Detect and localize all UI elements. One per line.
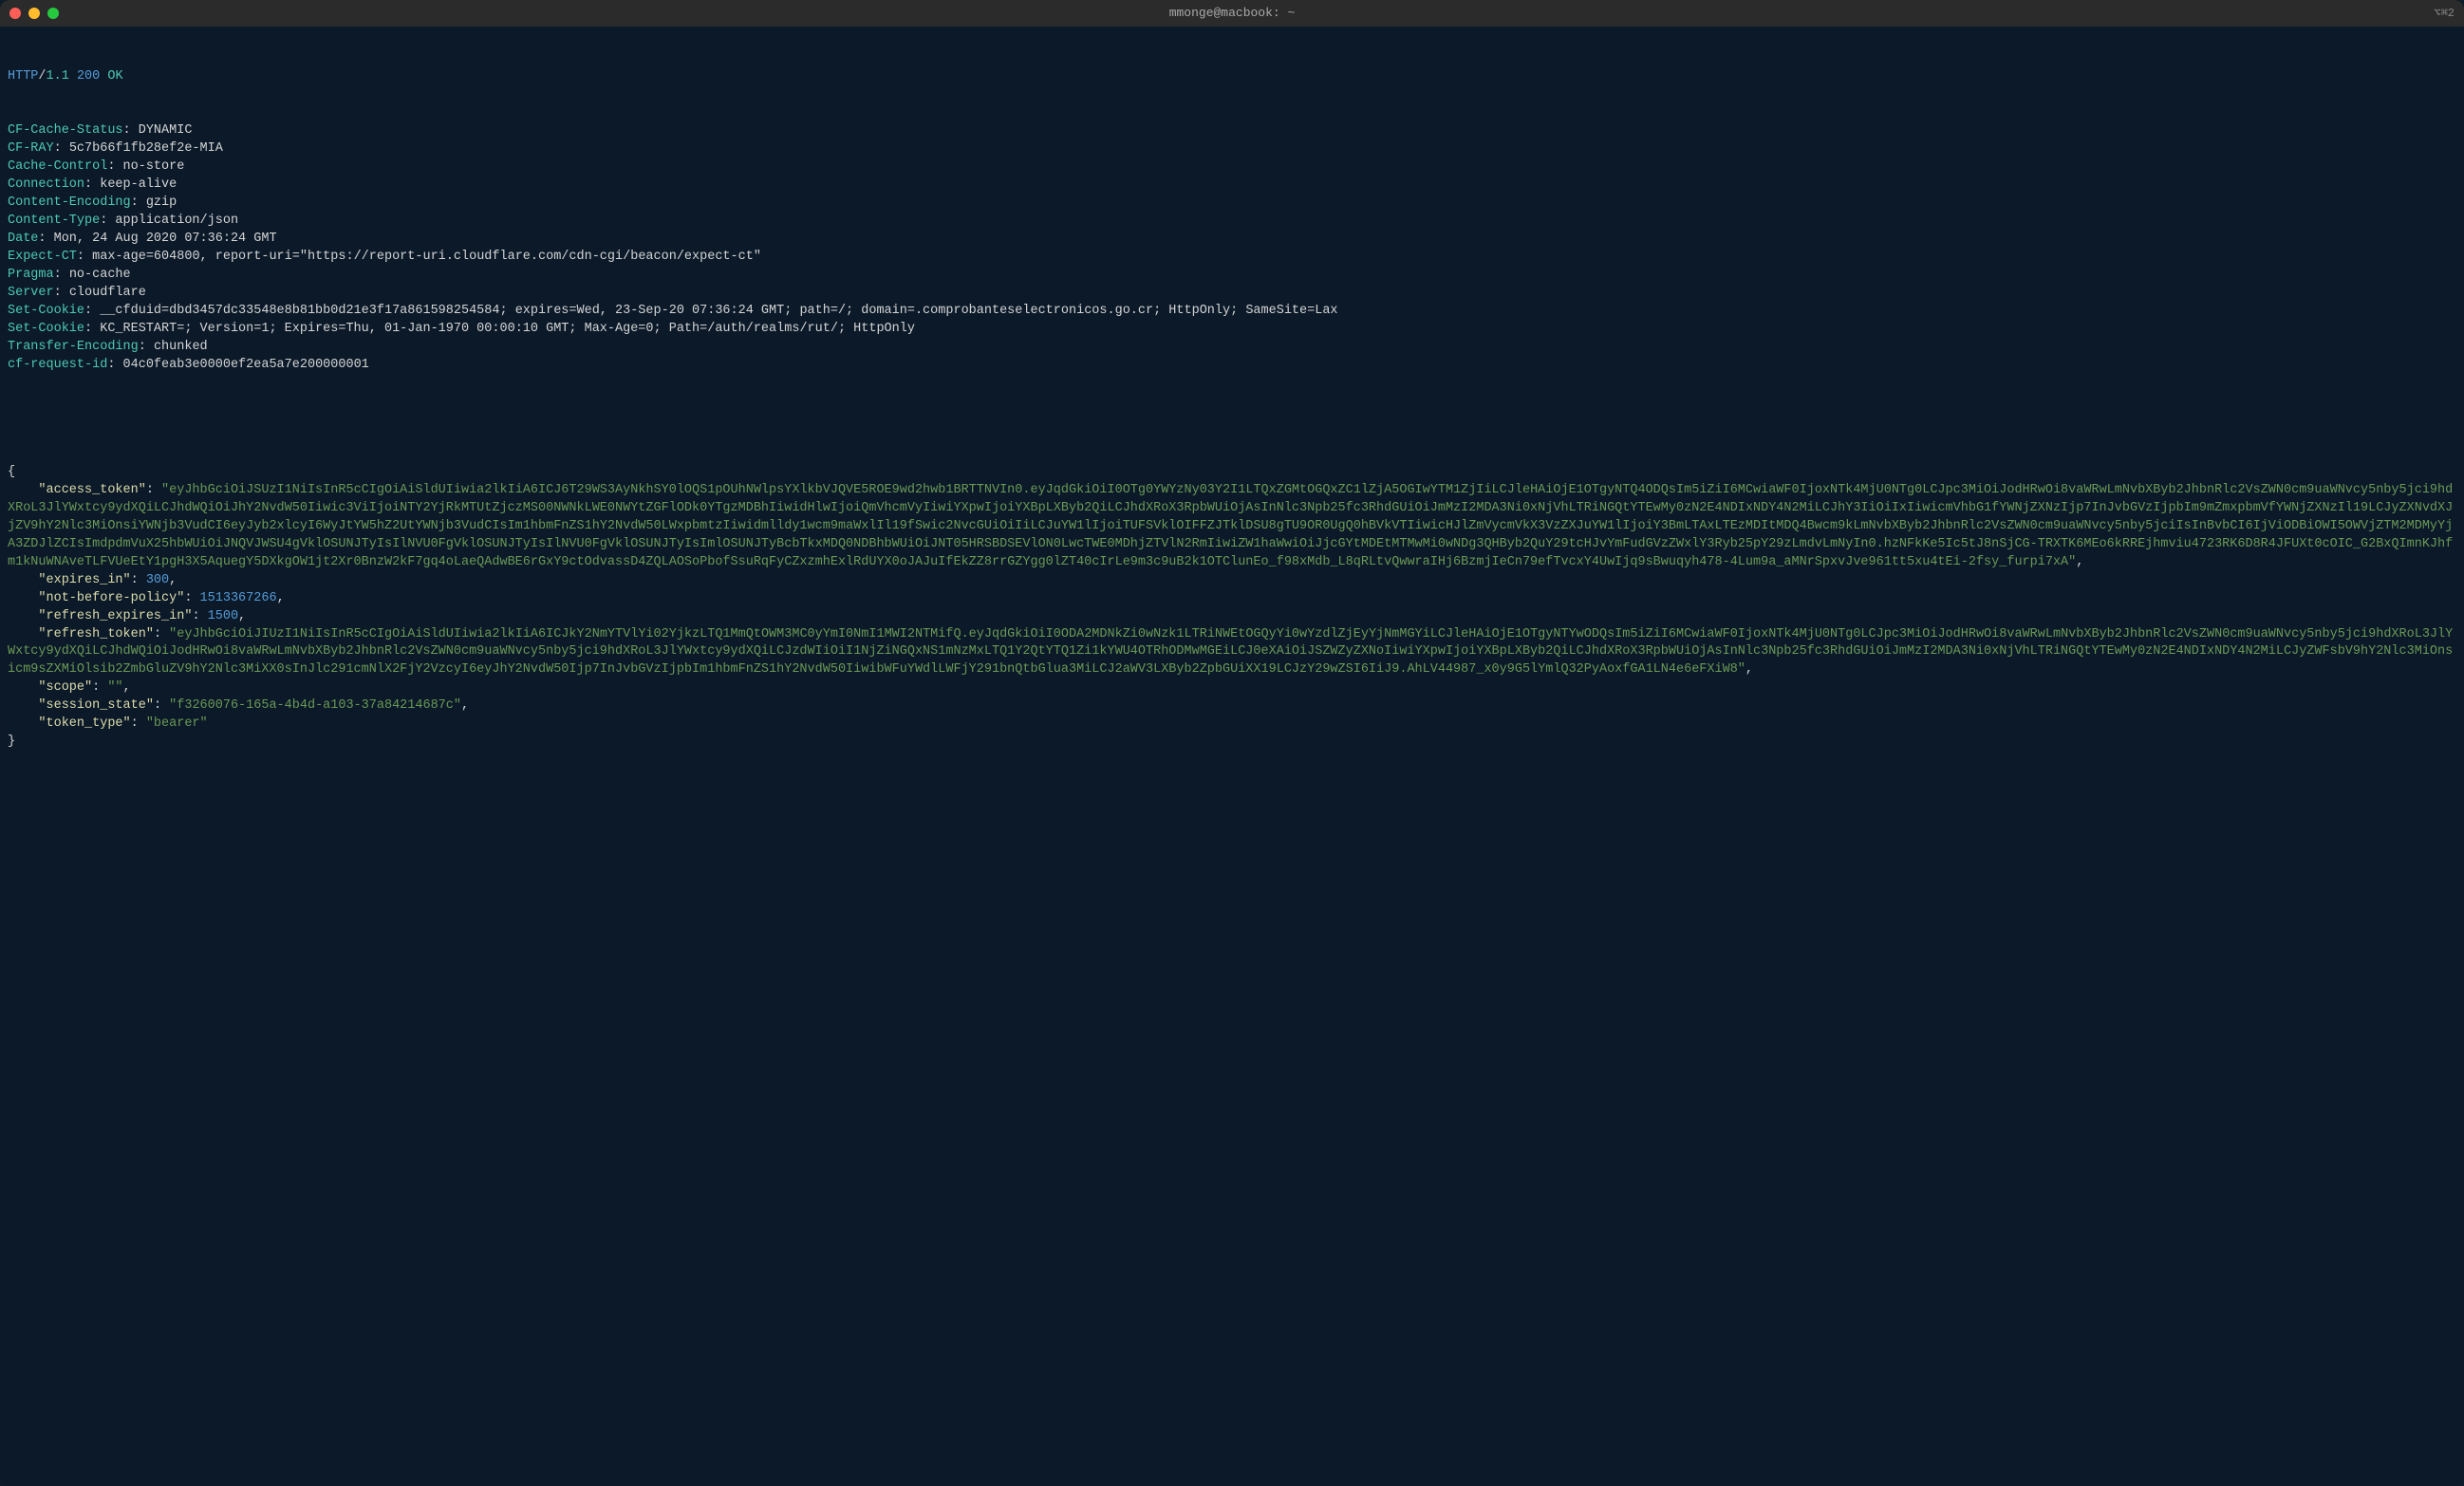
- header-name: Content-Type: [8, 214, 100, 228]
- header-name: Connection: [8, 177, 84, 192]
- http-headers: CF-Cache-Status: DYNAMICCF-RAY: 5c7b66f1…: [8, 122, 2456, 375]
- json-line: "refresh_expires_in": 1500,: [8, 608, 2456, 626]
- header-name: cf-request-id: [8, 358, 107, 372]
- json-line: "session_state": "f3260076-165a-4b4d-a10…: [8, 697, 2456, 715]
- http-header-line: Cache-Control: no-store: [8, 158, 2456, 176]
- http-header-line: Content-Type: application/json: [8, 213, 2456, 231]
- header-value: application/json: [115, 214, 238, 228]
- json-line: {: [8, 464, 2456, 482]
- header-value: max-age=604800, report-uri="https://repo…: [92, 250, 761, 264]
- window-title: mmonge@macbook: ~: [1169, 5, 1296, 22]
- http-header-line: Pragma: no-cache: [8, 267, 2456, 285]
- header-name: Transfer-Encoding: [8, 340, 139, 354]
- header-name: CF-RAY: [8, 141, 54, 156]
- header-name: Date: [8, 232, 38, 246]
- maximize-button[interactable]: [47, 8, 59, 19]
- header-name: Set-Cookie: [8, 304, 84, 318]
- json-line: "scope": "",: [8, 679, 2456, 697]
- json-body: { "access_token": "eyJhbGciOiJSUzI1NiIsI…: [8, 464, 2456, 752]
- terminal-output[interactable]: HTTP/1.1 200 OK CF-Cache-Status: DYNAMIC…: [0, 27, 2464, 793]
- header-name: Content-Encoding: [8, 195, 131, 210]
- http-header-line: Server: cloudflare: [8, 285, 2456, 303]
- tab-shortcut-indicator: ⌥⌘2: [2434, 6, 2455, 22]
- header-name: Expect-CT: [8, 250, 77, 264]
- close-button[interactable]: [9, 8, 21, 19]
- terminal-window: mmonge@macbook: ~ ⌥⌘2 HTTP/1.1 200 OK CF…: [0, 0, 2464, 1486]
- header-name: Set-Cookie: [8, 322, 84, 336]
- header-value: keep-alive: [100, 177, 177, 192]
- http-header-line: cf-request-id: 04c0feab3e0000ef2ea5a7e20…: [8, 357, 2456, 375]
- window-controls: [9, 8, 59, 19]
- blank-line: [8, 410, 2456, 428]
- http-header-line: Transfer-Encoding: chunked: [8, 339, 2456, 357]
- http-header-line: CF-Cache-Status: DYNAMIC: [8, 122, 2456, 140]
- header-name: Server: [8, 286, 54, 300]
- header-name: CF-Cache-Status: [8, 123, 123, 138]
- header-name: Cache-Control: [8, 159, 107, 174]
- http-header-line: Set-Cookie: __cfduid=dbd3457dc33548e8b81…: [8, 303, 2456, 321]
- http-header-line: Set-Cookie: KC_RESTART=; Version=1; Expi…: [8, 321, 2456, 339]
- header-value: cloudflare: [69, 286, 146, 300]
- http-status-code: 200: [77, 69, 100, 84]
- header-name: Pragma: [8, 268, 54, 282]
- header-value: Mon, 24 Aug 2020 07:36:24 GMT: [54, 232, 277, 246]
- header-value: no-store: [123, 159, 185, 174]
- json-line: "refresh_token": "eyJhbGciOiJIUzI1NiIsIn…: [8, 626, 2456, 680]
- http-header-line: Content-Encoding: gzip: [8, 195, 2456, 213]
- http-version: 1.1: [47, 69, 69, 84]
- http-status-text: OK: [107, 69, 122, 84]
- http-header-line: Expect-CT: max-age=604800, report-uri="h…: [8, 249, 2456, 267]
- header-value: no-cache: [69, 268, 131, 282]
- header-value: DYNAMIC: [139, 123, 193, 138]
- header-value: chunked: [154, 340, 208, 354]
- json-line: "expires_in": 300,: [8, 572, 2456, 590]
- json-line: "token_type": "bearer": [8, 715, 2456, 734]
- json-line: }: [8, 734, 2456, 752]
- http-header-line: CF-RAY: 5c7b66f1fb28ef2e-MIA: [8, 140, 2456, 158]
- http-status-line: HTTP/1.1 200 OK: [8, 68, 2456, 86]
- http-header-line: Date: Mon, 24 Aug 2020 07:36:24 GMT: [8, 231, 2456, 249]
- http-protocol: HTTP: [8, 69, 38, 84]
- header-value: KC_RESTART=; Version=1; Expires=Thu, 01-…: [100, 322, 915, 336]
- header-value: 5c7b66f1fb28ef2e-MIA: [69, 141, 223, 156]
- http-header-line: Connection: keep-alive: [8, 176, 2456, 195]
- json-line: "access_token": "eyJhbGciOiJSUzI1NiIsInR…: [8, 482, 2456, 571]
- header-value: gzip: [146, 195, 177, 210]
- json-line: "not-before-policy": 1513367266,: [8, 590, 2456, 608]
- header-value: __cfduid=dbd3457dc33548e8b81bb0d21e3f17a…: [100, 304, 1337, 318]
- minimize-button[interactable]: [28, 8, 40, 19]
- titlebar: mmonge@macbook: ~ ⌥⌘2: [0, 0, 2464, 27]
- header-value: 04c0feab3e0000ef2ea5a7e200000001: [123, 358, 369, 372]
